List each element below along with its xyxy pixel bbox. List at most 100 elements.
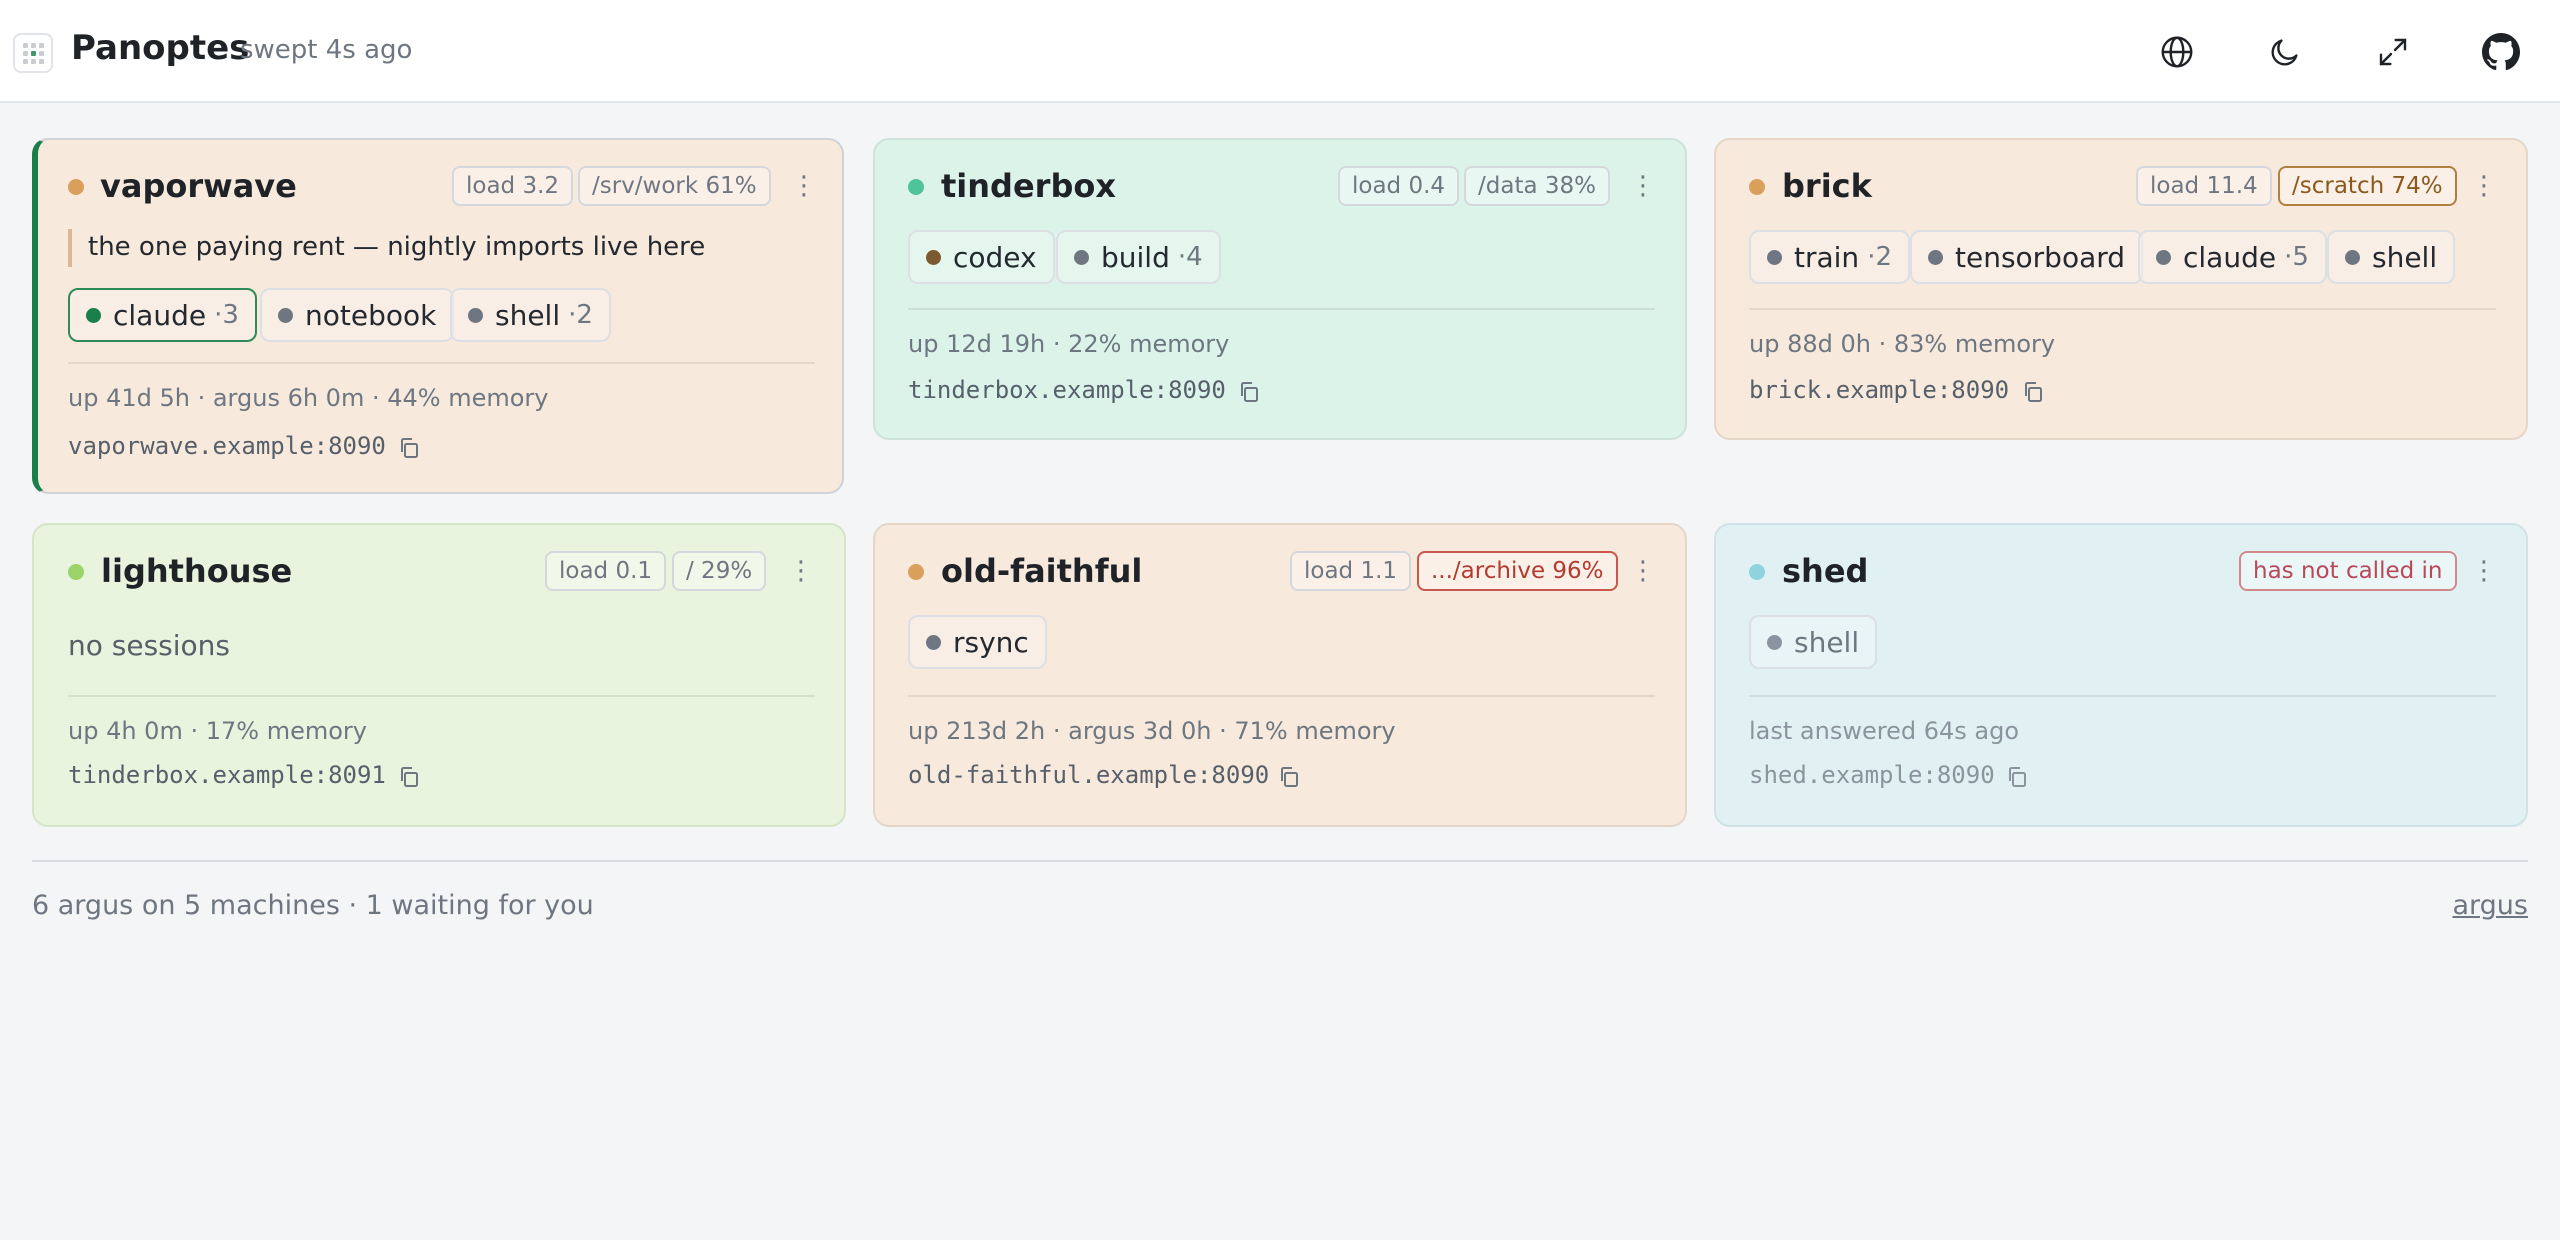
session-label: claude [2183, 240, 2277, 274]
machine-card-shed[interactable]: shed has not called in ⋮ shell last answ… [1714, 523, 2528, 827]
machine-name: tinderbox [941, 167, 1116, 205]
session-label: shell [495, 298, 561, 332]
machine-address: old-faithful.example:8090 [908, 761, 1270, 789]
expand-icon [2379, 38, 2407, 66]
session-chip[interactable]: build ·4 [1056, 230, 1221, 284]
machine-card-vaporwave[interactable]: vaporwave load 3.2 /srv/work 61% ⋮ the o… [32, 138, 844, 494]
top-bar: Panoptes swept 4s ago [0, 0, 2560, 103]
github-link[interactable] [2473, 24, 2529, 80]
session-label: tensorboard [1955, 240, 2126, 274]
status-dot [1749, 179, 1765, 195]
card-menu-button[interactable]: ⋮ [789, 166, 819, 206]
load-badge: load 3.2 [452, 166, 574, 206]
card-menu-button[interactable]: ⋮ [2469, 551, 2499, 591]
copy-icon[interactable] [1238, 380, 1260, 404]
session-label: codex [953, 240, 1037, 274]
status-dot [908, 179, 924, 195]
machine-name: lighthouse [101, 552, 293, 590]
copy-icon[interactable] [398, 436, 420, 460]
session-count: ·5 [2284, 242, 2309, 272]
card-divider [68, 362, 815, 364]
machine-card-lighthouse[interactable]: lighthouse load 0.1 / 29% ⋮ no sessions … [32, 523, 846, 827]
theme-toggle-button[interactable] [2257, 24, 2313, 80]
card-divider [908, 308, 1655, 310]
machine-meta: up 12d 19h · 22% memory [908, 330, 1230, 358]
machine-meta: up 41d 5h · argus 6h 0m · 44% memory [68, 384, 549, 412]
session-count: ·2 [568, 300, 593, 330]
load-badge: load 0.4 [1338, 166, 1460, 206]
session-chip[interactable]: train ·2 [1749, 230, 1910, 284]
language-button[interactable] [2149, 24, 2205, 80]
session-chip[interactable]: claude ·5 [2138, 230, 2327, 284]
machine-card-brick[interactable]: brick load 11.4 /scratch 74% ⋮ train ·2 … [1714, 138, 2528, 440]
machine-card-tinderbox[interactable]: tinderbox load 0.4 /data 38% ⋮ codex bui… [873, 138, 1687, 440]
session-label: train [1794, 240, 1860, 274]
session-count: ·2 [1867, 242, 1892, 272]
session-chip[interactable]: shell [2327, 230, 2456, 284]
last-sweep-status: swept 4s ago [240, 35, 413, 65]
card-menu-button[interactable]: ⋮ [786, 551, 816, 591]
card-menu-button[interactable]: ⋮ [1628, 551, 1658, 591]
status-dot [68, 564, 84, 580]
disk-badge: .../archive 96% [1417, 551, 1618, 591]
copy-icon[interactable] [398, 765, 420, 789]
load-badge: load 1.1 [1290, 551, 1412, 591]
session-chip[interactable]: shell ·2 [450, 288, 611, 342]
session-label: rsync [953, 625, 1029, 659]
load-badge: load 0.1 [545, 551, 667, 591]
card-menu-button[interactable]: ⋮ [2469, 166, 2499, 206]
card-divider [1749, 308, 2496, 310]
globe-icon [2161, 36, 2193, 68]
session-label: shell [2372, 240, 2438, 274]
load-badge: load 11.4 [2136, 166, 2272, 206]
machine-address: tinderbox.example:8091 [68, 761, 386, 789]
session-chip[interactable]: tensorboard [1910, 230, 2144, 284]
session-label: notebook [305, 298, 437, 332]
disk-badge: /data 38% [1464, 166, 1610, 206]
github-icon [2482, 33, 2520, 71]
disk-badge: /srv/work 61% [578, 166, 771, 206]
card-divider [1749, 695, 2496, 697]
machine-address: tinderbox.example:8090 [908, 376, 1226, 404]
app-logo-icon[interactable] [13, 33, 53, 73]
session-count: ·4 [1177, 242, 1203, 272]
session-label: shell [1794, 625, 1860, 659]
copy-icon[interactable] [2006, 765, 2028, 789]
disk-badge: / 29% [672, 551, 767, 591]
machine-name: old-faithful [941, 552, 1143, 590]
machine-note: the one paying rent — nightly imports li… [68, 229, 705, 267]
app-title: Panoptes [71, 28, 250, 68]
card-divider [908, 695, 1655, 697]
session-chip[interactable]: rsync [908, 615, 1047, 669]
status-dot [908, 564, 924, 580]
machine-name: shed [1782, 552, 1869, 590]
machine-address: brick.example:8090 [1749, 376, 2010, 404]
machine-card-old-faithful[interactable]: old-faithful load 1.1 .../archive 96% ⋮ … [873, 523, 1687, 827]
machine-address: vaporwave.example:8090 [68, 432, 386, 460]
moon-icon [2271, 39, 2298, 66]
machine-name: vaporwave [100, 167, 297, 205]
session-chip[interactable]: codex [908, 230, 1055, 284]
no-sessions-text: no sessions [68, 629, 231, 662]
status-dot [68, 179, 84, 195]
fullscreen-button[interactable] [2365, 24, 2421, 80]
argus-link[interactable]: argus [2453, 890, 2529, 921]
status-dot [1749, 564, 1765, 580]
session-chip[interactable]: notebook [260, 288, 455, 342]
footer-summary: 6 argus on 5 machines · 1 waiting for yo… [32, 890, 594, 921]
machine-address: shed.example:8090 [1749, 761, 1995, 789]
copy-icon[interactable] [2022, 380, 2044, 404]
copy-icon[interactable] [1278, 765, 1300, 789]
machine-meta: up 213d 2h · argus 3d 0h · 71% memory [908, 717, 1396, 745]
disk-badge: /scratch 74% [2278, 166, 2457, 206]
machine-meta: last answered 64s ago [1749, 717, 2019, 745]
card-menu-button[interactable]: ⋮ [1628, 166, 1658, 206]
machine-name: brick [1782, 167, 1872, 205]
machine-meta: up 88d 0h · 83% memory [1749, 330, 2056, 358]
session-chip[interactable]: claude ·3 [68, 288, 257, 342]
session-label: build [1101, 240, 1170, 274]
machine-meta: up 4h 0m · 17% memory [68, 717, 367, 745]
session-chip[interactable]: shell [1749, 615, 1878, 669]
card-divider [68, 695, 815, 697]
session-label: claude [113, 298, 207, 332]
